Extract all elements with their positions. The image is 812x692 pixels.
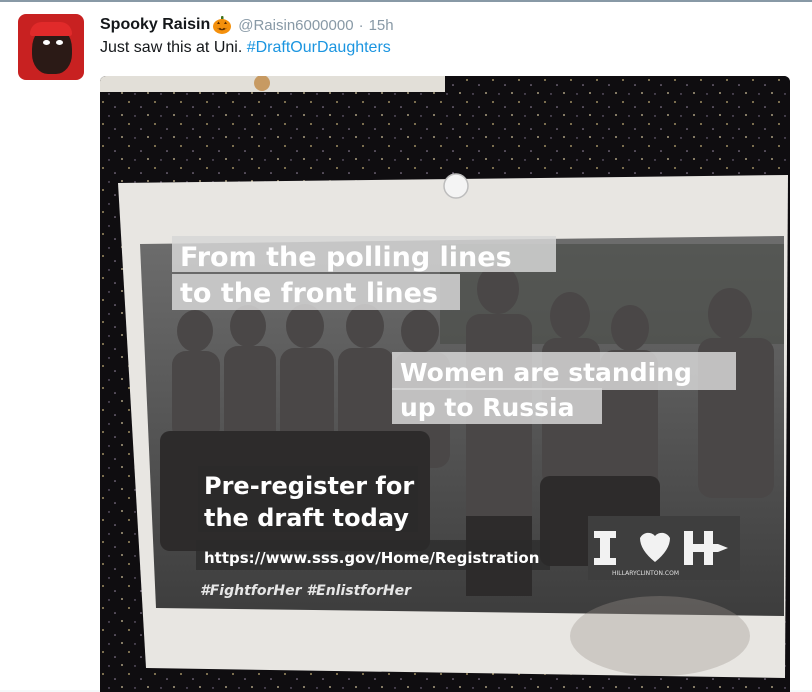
header-separator: · [358,16,364,34]
avatar-eye [43,40,50,45]
tweet-header: Spooky Raisin @Raisin6000000 · 15h [100,14,394,36]
poster-cta-1: Pre-register for [204,472,414,500]
poster-middle-1: Women are standing [400,358,692,387]
tweet-text: Just saw this at Uni. #DraftOurDaughters [100,39,391,57]
poster-photo: From the polling lines to the front line… [100,76,790,692]
tweet-card[interactable]: Spooky Raisin @Raisin6000000 · 15h Just … [0,2,812,692]
thumbtack [443,173,469,199]
author-handle[interactable]: @Raisin6000000 [238,17,353,34]
poster-url: https://www.sss.gov/Home/Registration [204,549,539,567]
poster-cta-2: the draft today [204,504,409,532]
avatar-eye [56,40,63,45]
avatar-cap [30,22,72,36]
tweet-media-photo[interactable]: From the polling lines to the front line… [100,76,790,692]
paper-strip [100,76,445,92]
poster-middle-2: up to Russia [400,393,574,422]
user-avatar[interactable] [18,14,84,80]
hand-blur [570,596,750,676]
tweet-text-body: Just saw this at Uni. [100,39,247,56]
author-name[interactable]: Spooky Raisin [100,16,210,34]
logo-site-text: HILLARYCLINTON.COM [612,570,679,577]
jack-o-lantern-icon [213,16,232,34]
hashtag-link[interactable]: #DraftOurDaughters [247,39,391,56]
poster-headline-2: to the front lines [180,278,438,309]
poster-headline-1: From the polling lines [180,242,512,273]
poster-hashtags: #FightforHer #EnlistforHer [200,583,412,599]
tweet-timestamp[interactable]: 15h [369,17,394,34]
